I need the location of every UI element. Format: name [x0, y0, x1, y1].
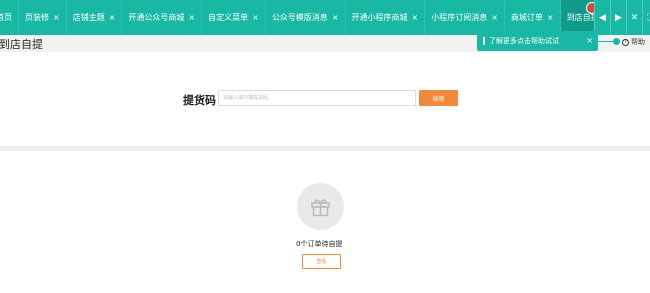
help-label: 帮助: [631, 38, 645, 46]
gift-icon: [311, 199, 330, 217]
pickup-code-label: 提货码: [183, 94, 216, 107]
tab-label: 自定义菜单: [208, 13, 249, 22]
tab-label: 小程序订阅消息: [431, 13, 488, 22]
tab-3[interactable]: 开通公众号商城 ×: [122, 0, 203, 35]
pickup-code-input[interactable]: [218, 90, 416, 106]
tab-list: 首页页装修×店铺主题×开通公众号商城×自定义菜单×公众号模版消息×开通小程序商城…: [0, 0, 606, 35]
app-root: 首页页装修×店铺主题×开通公众号商城×自定义菜单×公众号模版消息×开通小程序商城…: [0, 0, 650, 293]
caret-left-icon: ◀: [599, 12, 606, 23]
tab-label: 店铺主题: [72, 13, 105, 22]
tab-bar: 首页页装修×店铺主题×开通公众号商城×自定义菜单×公众号模版消息×开通小程序商城…: [0, 0, 650, 35]
tab-close-icon[interactable]: ×: [491, 13, 498, 22]
caret-right-icon: ▶: [615, 12, 622, 23]
tooltip-accent-bar: [483, 37, 485, 45]
help-indicator-dot: [613, 38, 620, 45]
fullscreen-button[interactable]: ⛶: [642, 0, 650, 35]
tab-label: 公众号模版消息: [271, 13, 328, 22]
tab-label: 开通公众号商城: [128, 13, 185, 22]
empty-state-icon-circle: [297, 183, 344, 230]
help-tooltip: 了解更多点击帮助试试 ×: [477, 31, 598, 51]
tab-5[interactable]: 公众号模版消息 ×: [266, 0, 346, 35]
verify-button[interactable]: 核销: [419, 90, 458, 106]
tab-prev-button[interactable]: ◀: [594, 0, 610, 35]
question-circle-icon: ?: [622, 38, 629, 46]
tooltip-close-button[interactable]: ×: [586, 36, 593, 45]
tab-close-icon[interactable]: ×: [188, 13, 195, 22]
tab-0[interactable]: 首页: [0, 0, 19, 35]
close-tabs-button[interactable]: ✕: [626, 0, 642, 35]
tab-next-button[interactable]: ▶: [610, 0, 626, 35]
tab-close-icon[interactable]: ×: [109, 13, 116, 22]
tab-7[interactable]: 小程序订阅消息 ×: [425, 0, 505, 35]
tab-close-icon[interactable]: ×: [53, 13, 60, 22]
tab-label: 首页: [0, 13, 12, 22]
close-icon: ✕: [630, 12, 639, 23]
tab-label: 商城订单: [510, 13, 543, 22]
page-title: 到店自提: [0, 38, 43, 51]
tab-8[interactable]: 商城订单 ×: [505, 0, 561, 35]
tab-close-icon[interactable]: ×: [547, 13, 554, 22]
empty-state-text: 0个订单待自提: [296, 240, 343, 248]
tab-close-icon[interactable]: ×: [332, 13, 339, 22]
tooltip-text: 了解更多点击帮助试试: [489, 37, 559, 45]
view-orders-button[interactable]: 查看: [302, 254, 341, 269]
tab-1[interactable]: 页装修 ×: [19, 0, 67, 35]
help-link[interactable]: ? 帮助: [622, 37, 645, 47]
tab-6[interactable]: 开通小程序商城 ×: [346, 0, 426, 35]
tab-close-icon[interactable]: ×: [412, 13, 419, 22]
tab-label: 页装修: [25, 13, 49, 22]
tab-label: 开通小程序商城: [351, 13, 408, 22]
tab-4[interactable]: 自定义菜单 ×: [202, 0, 266, 35]
tab-2[interactable]: 店铺主题 ×: [67, 0, 123, 35]
tab-close-icon[interactable]: ×: [252, 13, 259, 22]
